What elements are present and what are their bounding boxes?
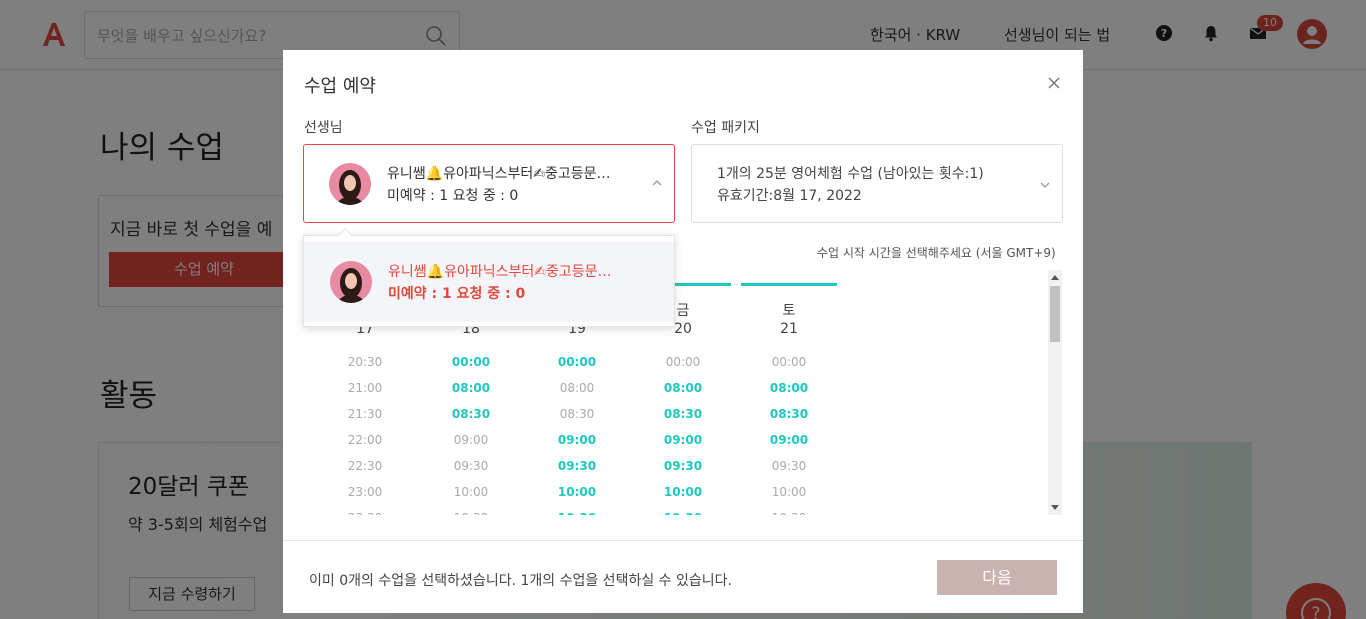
available-time-slot[interactable]: 10:30 [529,511,625,515]
teacher-select[interactable]: 유니쌤🔔유아파닉스부터✍중고등문… 미예약 : 1 요청 중 : 0 [303,144,675,223]
modal-footer: 이미 0개의 수업을 선택하셨습니다. 1개의 수업을 선택하실 수 있습니다.… [283,540,1083,613]
unavailable-time-slot: 23:30 [317,511,413,515]
unavailable-time-slot: 00:00 [771,355,807,369]
selection-summary: 이미 0개의 수업을 선택하셨습니다. 1개의 수업을 선택하실 수 있습니다. [309,573,732,589]
teacher-dropdown: 유니쌤🔔유아파닉스부터✍중고등문… 미예약 : 1 요청 중 : 0 [303,227,675,327]
available-time-slot[interactable]: 08:30 [635,407,731,421]
unavailable-time-slot: 10:30 [741,511,837,515]
teacher-label: 선생님 [304,120,343,136]
unavailable-time-slot: 22:00 [347,433,383,447]
book-lesson-modal: 수업 예약 선생님 수업 패키지 유니쌤🔔유아파닉스부터✍중고등문… 미예약 :… [283,50,1083,613]
unavailable-time-slot: 09:30 [453,459,489,473]
teacher-avatar [330,261,372,303]
teacher-name: 유니쌤🔔유아파닉스부터✍중고등문… [387,166,611,182]
day-column: 토 21 00:00 08:00 08:30 09:00 09:30 10:00 10:30 [741,270,837,515]
teacher-booking-status: 미예약 : 1 요청 중 : 0 [387,188,519,204]
chevron-down-icon [1040,182,1050,188]
unavailable-time-slot: 22:30 [347,459,383,473]
available-time-slot[interactable]: 09:30 [529,459,625,473]
available-time-slot[interactable]: 09:00 [741,433,837,447]
day-date: 21 [780,321,798,337]
calendar-scrollbar[interactable] [1048,270,1062,515]
unavailable-time-slot: 23:00 [347,485,383,499]
day-header-bar [741,283,837,286]
package-name: 1개의 25분 영어체험 수업 (남아있는 횟수:1) [717,166,984,182]
available-time-slot[interactable]: 08:00 [741,381,837,395]
available-time-slot[interactable]: 10:00 [529,485,625,499]
scroll-down-arrow-icon[interactable] [1051,503,1059,511]
available-time-slot[interactable]: 09:30 [635,459,731,473]
unavailable-time-slot: 08:30 [559,407,595,421]
available-time-slot[interactable]: 08:00 [423,381,519,395]
chevron-up-icon [652,180,662,186]
timezone-note: 수업 시작 시간을 선택해주세요 (서울 GMT+9) [817,246,1056,260]
close-icon[interactable] [1045,74,1063,92]
available-time-slot[interactable]: 08:00 [635,381,731,395]
package-expiry: 유효기간:8월 17, 2022 [717,188,862,204]
unavailable-time-slot: 10:30 [423,511,519,515]
teacher-dropdown-option[interactable]: 유니쌤🔔유아파닉스부터✍중고등문… 미예약 : 1 요청 중 : 0 [304,242,674,322]
scrollbar-thumb[interactable] [1050,286,1060,342]
dropdown-caret [337,227,353,243]
unavailable-time-slot: 21:00 [347,381,383,395]
unavailable-time-slot: 10:00 [453,485,489,499]
unavailable-time-slot: 00:00 [665,355,701,369]
option-teacher-name: 유니쌤🔔유아파닉스부터✍중고등문… [388,264,612,280]
available-time-slot[interactable]: 00:00 [529,355,625,369]
available-time-slot[interactable]: 09:00 [529,433,625,447]
unavailable-time-slot: 20:30 [347,355,383,369]
available-time-slot[interactable]: 10:00 [635,485,731,499]
available-time-slot[interactable]: 08:30 [423,407,519,421]
modal-title: 수업 예약 [304,76,376,97]
available-time-slot[interactable]: 08:30 [741,407,837,421]
unavailable-time-slot: 09:30 [771,459,807,473]
package-select[interactable]: 1개의 25분 영어체험 수업 (남아있는 횟수:1) 유효기간:8월 17, … [691,144,1063,223]
available-time-slot[interactable]: 09:00 [635,433,731,447]
package-label: 수업 패키지 [691,120,760,136]
scroll-up-arrow-icon[interactable] [1051,274,1059,282]
unavailable-time-slot: 08:00 [559,381,595,395]
option-booking-status: 미예약 : 1 요청 중 : 0 [388,286,526,302]
next-button[interactable]: 다음 [937,560,1057,595]
available-time-slot[interactable]: 10:30 [635,511,731,515]
unavailable-time-slot: 21:30 [347,407,383,421]
teacher-avatar [329,163,371,205]
day-name: 토 [782,303,796,319]
available-time-slot[interactable]: 00:00 [423,355,519,369]
unavailable-time-slot: 09:00 [453,433,489,447]
unavailable-time-slot: 10:00 [771,485,807,499]
